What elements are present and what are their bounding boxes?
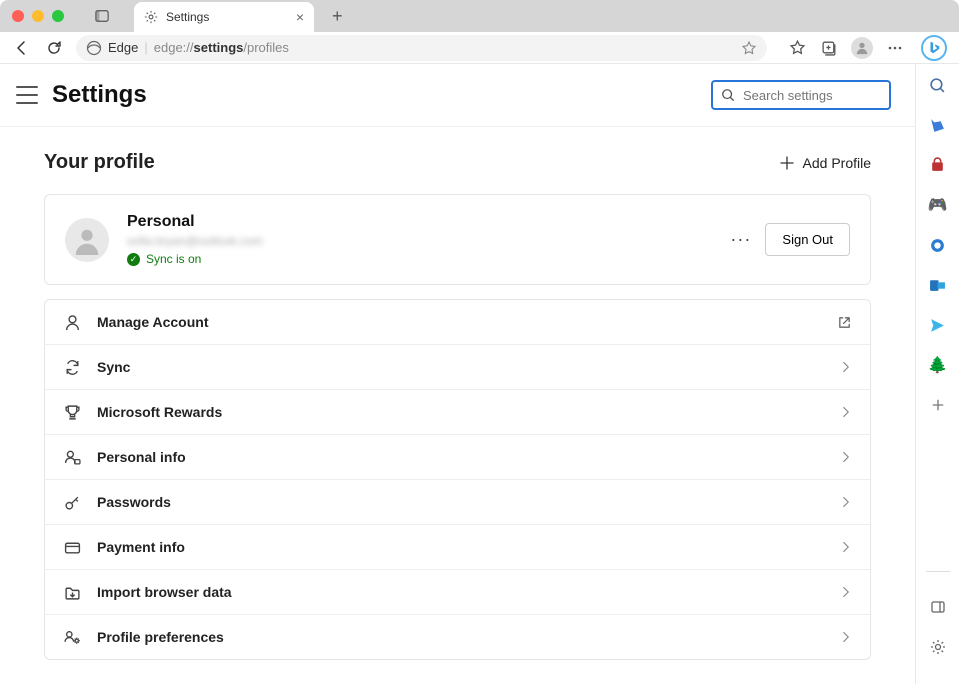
- row-label: Profile preferences: [97, 629, 824, 645]
- profile-more-button[interactable]: ···: [730, 229, 751, 250]
- address-separator: |: [144, 40, 147, 55]
- sidebar-drop-icon[interactable]: [927, 314, 949, 336]
- sync-icon: [63, 358, 81, 376]
- sidebar-outlook-icon[interactable]: [927, 274, 949, 296]
- brand-label: Edge: [108, 40, 138, 55]
- row-label: Manage Account: [97, 314, 821, 330]
- prefs-icon: [63, 628, 81, 646]
- trophy-icon: [63, 403, 81, 421]
- address-bar[interactable]: Edge | edge://settings/profiles: [76, 35, 767, 61]
- more-menu-button[interactable]: [885, 38, 905, 58]
- settings-list: Manage Account Sync Microsoft Rewards Perso…: [44, 299, 871, 660]
- sidebar: 🎮 🌲: [915, 64, 959, 684]
- row-label: Microsoft Rewards: [97, 404, 824, 420]
- add-profile-button[interactable]: Add Profile: [779, 155, 871, 171]
- new-tab-button[interactable]: +: [332, 6, 343, 27]
- page-favorite-button[interactable]: [741, 40, 757, 56]
- page-title: Settings: [52, 81, 147, 109]
- profile-name: Personal: [127, 213, 712, 231]
- chevron-right-icon: [840, 586, 852, 598]
- setting-row-manage-account[interactable]: Manage Account: [45, 300, 870, 345]
- close-window-button[interactable]: [12, 10, 24, 22]
- titlebar: Settings × +: [0, 0, 959, 32]
- sidebar-add-button[interactable]: [927, 394, 949, 416]
- row-label: Personal info: [97, 449, 824, 465]
- minimize-window-button[interactable]: [32, 10, 44, 22]
- import-icon: [63, 583, 81, 601]
- check-icon: ✓: [127, 253, 140, 266]
- profile-button[interactable]: [851, 37, 873, 59]
- search-input[interactable]: [743, 88, 915, 103]
- profile-avatar: [65, 218, 109, 262]
- settings-header: Settings: [0, 64, 915, 127]
- tab-title: Settings: [166, 10, 209, 24]
- search-container[interactable]: [711, 80, 891, 110]
- sidebar-tree-icon[interactable]: 🌲: [927, 354, 949, 376]
- setting-row-microsoft-rewards[interactable]: Microsoft Rewards: [45, 390, 870, 435]
- chevron-right-icon: [840, 361, 852, 373]
- card-icon: [63, 538, 81, 556]
- address-url: edge://settings/profiles: [154, 40, 289, 55]
- key-icon: [63, 493, 81, 511]
- sync-status: ✓ Sync is on: [127, 252, 712, 266]
- setting-row-import-browser-data[interactable]: Import browser data: [45, 570, 870, 615]
- browser-tab[interactable]: Settings ×: [134, 2, 314, 32]
- tab-overview-button[interactable]: [92, 6, 112, 26]
- setting-row-profile-preferences[interactable]: Profile preferences: [45, 615, 870, 659]
- toolbar: Edge | edge://settings/profiles: [0, 32, 959, 64]
- profile-card: Personal sofia.bryan@outlook.com ✓ Sync …: [44, 194, 871, 285]
- plus-icon: [779, 155, 795, 171]
- favorites-button[interactable]: [787, 38, 807, 58]
- sidebar-games-icon[interactable]: 🎮: [927, 194, 949, 216]
- menu-button[interactable]: [16, 86, 38, 104]
- bing-button[interactable]: [921, 35, 947, 61]
- window-controls: [12, 10, 64, 22]
- back-button[interactable]: [12, 38, 32, 58]
- edge-logo-icon: [86, 40, 102, 56]
- sidebar-tools-icon[interactable]: [927, 154, 949, 176]
- section-title: Your profile: [44, 151, 155, 174]
- user-icon: [63, 313, 81, 331]
- row-label: Sync: [97, 359, 824, 375]
- chevron-right-icon: [840, 631, 852, 643]
- gear-icon: [144, 10, 158, 24]
- close-tab-button[interactable]: ×: [296, 9, 304, 25]
- setting-row-personal-info[interactable]: Personal info: [45, 435, 870, 480]
- sign-out-button[interactable]: Sign Out: [765, 223, 850, 256]
- sidebar-search-icon[interactable]: [927, 74, 949, 96]
- collections-button[interactable]: [819, 38, 839, 58]
- setting-row-passwords[interactable]: Passwords: [45, 480, 870, 525]
- profile-email: sofia.bryan@outlook.com: [127, 234, 712, 248]
- sidebar-shopping-icon[interactable]: [927, 114, 949, 136]
- setting-row-payment-info[interactable]: Payment info: [45, 525, 870, 570]
- maximize-window-button[interactable]: [52, 10, 64, 22]
- row-label: Import browser data: [97, 584, 824, 600]
- personal-icon: [63, 448, 81, 466]
- sidebar-settings-icon[interactable]: [927, 636, 949, 658]
- refresh-button[interactable]: [44, 38, 64, 58]
- row-label: Payment info: [97, 539, 824, 555]
- sidebar-office-icon[interactable]: [927, 234, 949, 256]
- search-icon: [721, 88, 735, 102]
- chevron-right-icon: [840, 406, 852, 418]
- external-link-icon: [837, 315, 852, 330]
- setting-row-sync[interactable]: Sync: [45, 345, 870, 390]
- sidebar-panel-icon[interactable]: [927, 596, 949, 618]
- chevron-right-icon: [840, 496, 852, 508]
- chevron-right-icon: [840, 451, 852, 463]
- row-label: Passwords: [97, 494, 824, 510]
- chevron-right-icon: [840, 541, 852, 553]
